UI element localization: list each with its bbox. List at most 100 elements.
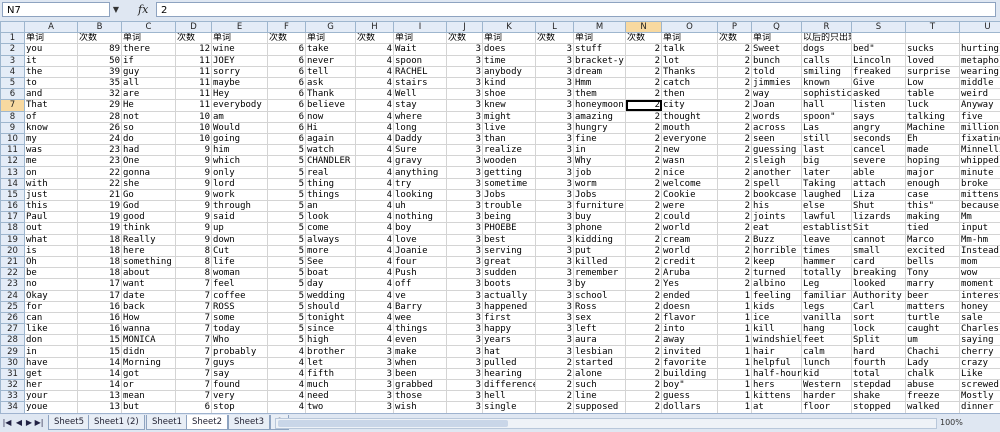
horizontal-scrollbar[interactable] — [275, 418, 937, 429]
cell[interactable]: great — [483, 256, 536, 267]
cell[interactable]: 9 — [176, 189, 212, 200]
cell[interactable]: Mm-hm — [960, 234, 1000, 245]
sheet-tab[interactable]: Sheet1 — [146, 415, 188, 430]
cell[interactable]: might — [483, 111, 536, 122]
cell[interactable]: very — [212, 391, 268, 402]
cell[interactable]: Taking — [802, 178, 852, 189]
cell[interactable]: so — [122, 122, 176, 133]
column-header-u[interactable]: U — [960, 22, 1000, 33]
cell[interactable]: 17 — [78, 290, 122, 301]
cell[interactable]: anybody — [483, 66, 536, 77]
cell[interactable]: 9 — [176, 145, 212, 156]
cell[interactable]: Thanks — [662, 66, 718, 77]
cell[interactable]: 2 — [626, 55, 662, 66]
cell[interactable]: 19 — [78, 223, 122, 234]
sheet-tab[interactable]: Sheet5 — [48, 415, 90, 430]
cell[interactable]: That — [25, 100, 78, 111]
cell[interactable]: 2 — [626, 145, 662, 156]
cell[interactable]: 3 — [536, 290, 574, 301]
cell[interactable]: life — [212, 256, 268, 267]
cell[interactable]: real — [306, 167, 356, 178]
cell[interactable]: don — [25, 335, 78, 346]
row-header[interactable]: 31 — [1, 368, 25, 379]
cell[interactable]: 2 — [718, 66, 752, 77]
cell[interactable]: 4 — [356, 77, 394, 88]
cell[interactable]: Aruba — [662, 268, 718, 279]
cell[interactable]: guess — [662, 391, 718, 402]
cell[interactable]: is — [25, 245, 78, 256]
cell[interactable]: not — [122, 111, 176, 122]
cell[interactable]: 2 — [626, 89, 662, 100]
cell[interactable]: 2 — [536, 391, 574, 402]
cell[interactable]: Anyway — [960, 100, 1000, 111]
cell[interactable]: 32 — [78, 89, 122, 100]
cell[interactable]: bells — [906, 256, 960, 267]
row-header[interactable]: 27 — [1, 324, 25, 335]
cell[interactable]: much — [306, 380, 356, 391]
cell[interactable]: thing — [306, 178, 356, 189]
cell[interactable]: 23 — [78, 156, 122, 167]
cell[interactable]: 4 — [356, 301, 394, 312]
cell[interactable]: even — [394, 335, 447, 346]
cell[interactable]: those — [394, 391, 447, 402]
cell[interactable]: hurting — [960, 44, 1000, 55]
cell[interactable]: 4 — [356, 324, 394, 335]
cell[interactable]: believe — [306, 100, 356, 111]
cell[interactable]: lawful — [802, 212, 852, 223]
row-header[interactable]: 9 — [1, 122, 25, 133]
cell[interactable]: thought — [662, 111, 718, 122]
cell[interactable]: half-hour — [752, 368, 802, 379]
row-header[interactable]: 29 — [1, 346, 25, 357]
column-header-h[interactable]: H — [356, 22, 394, 33]
cell[interactable]: 2 — [626, 324, 662, 335]
cell[interactable]: laughed — [802, 189, 852, 200]
cell[interactable]: where — [394, 111, 447, 122]
cell[interactable]: 2 — [718, 189, 752, 200]
cell[interactable]: establist — [802, 223, 852, 234]
cell[interactable]: 1 — [718, 324, 752, 335]
cell[interactable]: on — [25, 167, 78, 178]
row-header[interactable]: 24 — [1, 290, 25, 301]
cell[interactable]: stepdad — [852, 380, 906, 391]
cell[interactable]: bookcase — [752, 189, 802, 200]
prev-sheet-button[interactable]: ◀ — [14, 417, 24, 429]
cell[interactable]: 2 — [626, 391, 662, 402]
cell[interactable]: always — [306, 234, 356, 245]
cell[interactable]: this" — [906, 201, 960, 212]
cell[interactable]: hungry — [574, 122, 626, 133]
cell[interactable]: 2 — [626, 312, 662, 323]
cell[interactable]: welcome — [662, 178, 718, 189]
cell[interactable]: maybe — [212, 77, 268, 88]
cell[interactable]: school — [574, 290, 626, 301]
column-header-k[interactable]: K — [483, 22, 536, 33]
cell[interactable]: joints — [752, 212, 802, 223]
cell[interactable]: hair — [752, 346, 802, 357]
cell[interactable]: ask — [306, 77, 356, 88]
cell[interactable]: 1 — [718, 402, 752, 413]
cell[interactable]: 3 — [447, 89, 483, 100]
cell[interactable]: it — [25, 55, 78, 66]
cell[interactable]: to — [25, 77, 78, 88]
sheet-tab[interactable]: Sheet2 — [186, 415, 228, 430]
cell[interactable]: Give — [852, 77, 906, 88]
cell[interactable]: wooden — [483, 156, 536, 167]
cell[interactable]: told — [752, 66, 802, 77]
cell[interactable]: looked — [852, 279, 906, 290]
select-all-corner[interactable] — [1, 22, 25, 33]
cell[interactable]: guy — [122, 66, 176, 77]
cell[interactable]: RACHEL — [394, 66, 447, 77]
cell[interactable]: 2 — [626, 234, 662, 245]
cell[interactable]: Buzz — [752, 234, 802, 245]
cell[interactable]: 3 — [447, 223, 483, 234]
cell[interactable]: 单词 — [394, 33, 447, 44]
cell[interactable]: getting — [483, 167, 536, 178]
cell[interactable]: credit — [662, 256, 718, 267]
cell[interactable]: didn — [122, 346, 176, 357]
cell[interactable]: stairs — [394, 77, 447, 88]
cell[interactable]: supposed — [574, 402, 626, 413]
cell[interactable]: 2 — [626, 111, 662, 122]
cell[interactable]: make — [394, 346, 447, 357]
cell[interactable]: 5 — [268, 223, 306, 234]
row-header[interactable]: 20 — [1, 245, 25, 256]
column-header-p[interactable]: P — [718, 22, 752, 33]
